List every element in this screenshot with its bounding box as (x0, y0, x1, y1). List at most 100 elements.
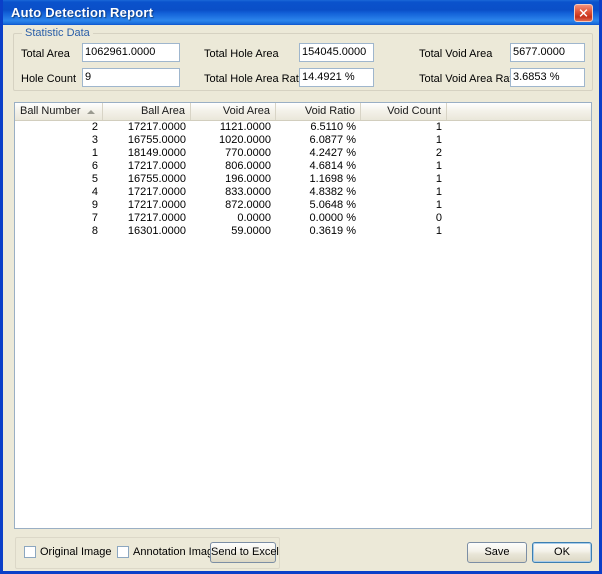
close-icon (579, 9, 588, 17)
input-hole-count[interactable]: 9 (82, 68, 180, 87)
auto-detection-report-window: Auto Detection Report Statistic Data Tot… (0, 0, 602, 574)
cell-void-count: 0 (435, 212, 442, 224)
cell-ball-area: 16755.0000 (127, 134, 186, 146)
table-row[interactable]: 8 16301.0000 59.0000 0.3619 % 1 (15, 225, 591, 238)
cell-void-area: 833.0000 (225, 186, 271, 198)
ball-statistics-table: Ball Number Ball Area Void Area Void Rat… (14, 102, 592, 529)
cell-ball-number: 5 (91, 173, 98, 185)
input-total-area[interactable]: 1062961.0000 (82, 43, 180, 62)
cell-ball-area: 17217.0000 (127, 186, 186, 198)
cell-void-count: 2 (435, 147, 442, 159)
cell-filler (447, 186, 591, 199)
cell-void-area: 1121.0000 (219, 121, 271, 133)
table-row[interactable]: 2 17217.0000 1121.0000 6.5110 % 1 (15, 121, 591, 134)
cell-void-ratio: 0.0000 % (309, 212, 356, 224)
cell-void-count: 1 (435, 121, 442, 133)
window-title: Auto Detection Report (11, 5, 154, 20)
input-total-void-area-ratio[interactable]: 3.6853 % (510, 68, 585, 87)
column-header-ball-number[interactable]: Ball Number (15, 103, 103, 120)
title-bar[interactable]: Auto Detection Report (3, 0, 599, 25)
column-header-filler (447, 103, 591, 120)
label-total-void-area: Total Void Area (419, 48, 493, 60)
table-row[interactable]: 6 17217.0000 806.0000 4.6814 % 1 (15, 160, 591, 173)
cell-ball-number: 3 (91, 134, 98, 146)
column-header-void-area-label: Void Area (222, 105, 270, 117)
cell-void-ratio: 6.5110 % (310, 121, 356, 133)
column-header-void-area[interactable]: Void Area (191, 103, 276, 120)
cell-ball-number: 9 (91, 199, 98, 211)
label-total-hole-area: Total Hole Area (204, 48, 279, 60)
checkbox-annotation-image[interactable]: Annotation Image (117, 546, 219, 558)
input-total-void-area[interactable]: 5677.0000 (510, 43, 585, 62)
cell-void-count: 1 (435, 199, 442, 211)
column-header-void-ratio[interactable]: Void Ratio (276, 103, 361, 120)
table-body: 2 17217.0000 1121.0000 6.5110 % 1 3 16755.0000… (15, 121, 591, 238)
column-header-void-count[interactable]: Void Count (361, 103, 447, 120)
close-button[interactable] (574, 3, 593, 22)
cell-filler (447, 160, 591, 173)
table-row[interactable]: 9 17217.0000 872.0000 5.0648 % 1 (15, 199, 591, 212)
label-total-void-area-ratio: Total Void Area Ratio (419, 73, 522, 85)
checkbox-original-image-label: Original Image (40, 546, 112, 558)
table-header-row: Ball Number Ball Area Void Area Void Rat… (15, 103, 591, 121)
statistic-data-legend: Statistic Data (22, 27, 93, 39)
label-hole-count: Hole Count (21, 73, 77, 85)
cell-filler (447, 212, 591, 225)
cell-filler (447, 225, 591, 238)
cell-ball-area: 16301.0000 (127, 225, 186, 237)
cell-ball-number: 8 (91, 225, 98, 237)
cell-void-area: 0.0000 (237, 212, 271, 224)
cell-void-ratio: 1.1698 % (309, 173, 356, 185)
cell-void-area: 872.0000 (225, 199, 271, 211)
checkbox-annotation-image-box (117, 546, 129, 558)
send-to-excel-button[interactable]: Send to Excel (210, 542, 279, 563)
client-area: Statistic Data Total Area 1062961.0000 H… (3, 25, 599, 571)
cell-void-count: 1 (435, 160, 442, 172)
column-header-ball-number-label: Ball Number (20, 105, 81, 117)
cell-void-ratio: 4.6814 % (309, 160, 356, 172)
cell-ball-area: 17217.0000 (127, 199, 186, 211)
column-header-ball-area-label: Ball Area (140, 105, 185, 117)
cell-filler (447, 173, 591, 186)
cell-void-count: 1 (435, 173, 442, 185)
cell-void-ratio: 0.3619 % (309, 225, 356, 237)
table-row[interactable]: 1 18149.0000 770.0000 4.2427 % 2 (15, 147, 591, 160)
column-header-void-count-label: Void Count (387, 105, 441, 117)
cell-ball-number: 1 (91, 147, 98, 159)
cell-void-count: 1 (435, 186, 442, 198)
cell-filler (447, 134, 591, 147)
column-header-ball-area[interactable]: Ball Area (103, 103, 191, 120)
column-header-void-ratio-label: Void Ratio (304, 105, 355, 117)
cell-ball-number: 4 (91, 186, 98, 198)
table-row[interactable]: 4 17217.0000 833.0000 4.8382 % 1 (15, 186, 591, 199)
table-row[interactable]: 3 16755.0000 1020.0000 6.0877 % 1 (15, 134, 591, 147)
save-button[interactable]: Save (467, 542, 527, 563)
cell-void-ratio: 5.0648 % (309, 199, 356, 211)
cell-ball-area: 16755.0000 (127, 173, 186, 185)
cell-ball-number: 2 (91, 121, 98, 133)
input-total-hole-area-ratio[interactable]: 14.4921 % (299, 68, 374, 87)
input-total-hole-area[interactable]: 154045.0000 (299, 43, 374, 62)
cell-void-area: 806.0000 (225, 160, 271, 172)
table-row[interactable]: 7 17217.0000 0.0000 0.0000 % 0 (15, 212, 591, 225)
table-row[interactable]: 5 16755.0000 196.0000 1.1698 % 1 (15, 173, 591, 186)
checkbox-original-image-box (24, 546, 36, 558)
checkbox-annotation-image-label: Annotation Image (133, 546, 220, 558)
cell-ball-number: 7 (91, 212, 98, 224)
cell-void-area: 59.0000 (231, 225, 271, 237)
cell-ball-number: 6 (91, 160, 98, 172)
label-total-hole-area-ratio: Total Hole Area Ratio (204, 73, 308, 85)
cell-void-count: 1 (435, 134, 442, 146)
cell-ball-area: 18149.0000 (127, 147, 186, 159)
cell-void-area: 196.0000 (225, 173, 271, 185)
sort-ascending-icon (86, 109, 95, 114)
cell-ball-area: 17217.0000 (127, 160, 186, 172)
cell-filler (447, 199, 591, 212)
cell-void-area: 1020.0000 (219, 134, 271, 146)
cell-filler (447, 147, 591, 160)
checkbox-original-image[interactable]: Original Image (24, 546, 112, 558)
cell-void-ratio: 4.2427 % (309, 147, 356, 159)
ok-button[interactable]: OK (532, 542, 592, 563)
cell-void-ratio: 6.0877 % (309, 134, 356, 146)
cell-void-ratio: 4.8382 % (309, 186, 356, 198)
